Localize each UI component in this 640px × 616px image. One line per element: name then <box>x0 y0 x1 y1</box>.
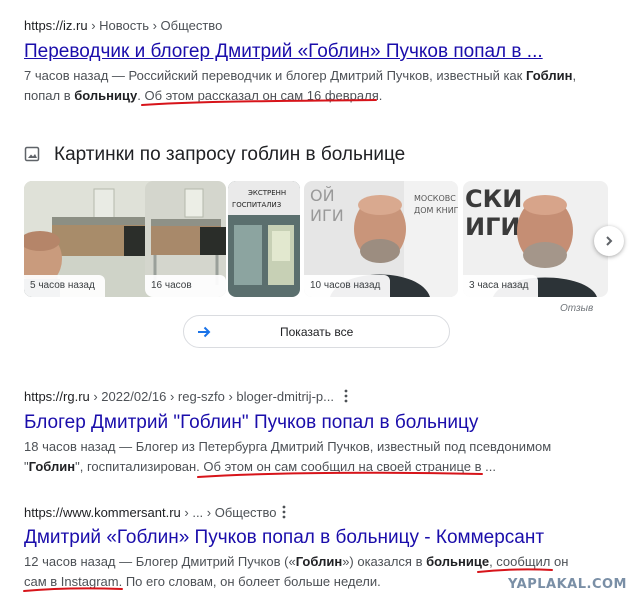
svg-text:МОСКОВС: МОСКОВС <box>414 194 456 203</box>
result-1-path: › Новость › Общество <box>87 18 223 33</box>
result-2-path: › 2022/02/16 › reg-szfo › bloger-dmitrij… <box>89 389 334 404</box>
result-3-text: ») оказался в <box>342 554 427 569</box>
thumb-time: 16 часов назад <box>145 275 226 297</box>
result-1-time: 7 часов назад <box>24 68 109 83</box>
feedback-link[interactable]: Отзыв <box>560 303 593 314</box>
result-3-site: https://www.kommersant.ru <box>24 505 181 520</box>
image-thumb[interactable]: 16 часов назад <box>145 181 226 297</box>
svg-text:ДОМ КНИГ: ДОМ КНИГ <box>414 206 458 215</box>
result-1-title[interactable]: Переводчик и блогер Дмитрий «Гоблин» Пуч… <box>24 41 543 63</box>
result-2-breadcrumb[interactable]: https://rg.ru › 2022/02/16 › reg-szfo › … <box>24 389 334 404</box>
result-2-text: — Блогер из Петербурга Дмитрий Пучков, и… <box>115 439 552 454</box>
result-3-path: › ... › Общество <box>180 505 277 520</box>
result-3-time: 12 часов назад <box>24 554 116 569</box>
svg-text:ЭКСТРЕНН: ЭКСТРЕНН <box>248 189 286 197</box>
result-3-text: — Блогер Дмитрий Пучков (« <box>115 554 296 569</box>
svg-text:ИГИ: ИГИ <box>465 213 520 241</box>
red-underline <box>141 99 377 106</box>
result-2-title[interactable]: Блогер Дмитрий "Гоблин" Пучков попал в б… <box>24 412 478 434</box>
svg-text:ГОСПИТАЛИЗ: ГОСПИТАЛИЗ <box>232 201 282 209</box>
thumb-time: 10 часов назад <box>304 275 391 297</box>
more-vert-icon[interactable] <box>343 389 349 403</box>
svg-text:СКИ: СКИ <box>465 185 522 213</box>
result-1-site: https://iz.ru <box>24 18 88 33</box>
result-2-site: https://rg.ru <box>24 389 90 404</box>
result-1-bold: больницу <box>74 88 138 103</box>
result-1-text: попал в <box>24 88 75 103</box>
image-thumb[interactable]: СКИ ИГИ 3 часа назад <box>463 181 608 297</box>
watermark: YAPLAKAL.COM <box>508 577 627 592</box>
thumb-time: 5 часов назад <box>24 275 105 297</box>
result-3-bold: Гоблин <box>295 554 343 569</box>
chevron-right-icon <box>606 236 613 246</box>
result-1-text: , <box>572 68 577 83</box>
hospital-sign-photo: ЭКСТРЕНН ГОСПИТАЛИЗ <box>228 181 300 297</box>
result-3-breadcrumb[interactable]: https://www.kommersant.ru › ... › Общест… <box>24 505 277 520</box>
image-icon <box>24 146 40 162</box>
more-vert-icon[interactable] <box>281 505 287 519</box>
result-1-bold: Гоблин <box>525 68 573 83</box>
image-thumb[interactable]: ЭКСТРЕНН ГОСПИТАЛИЗ <box>228 181 300 297</box>
result-1-breadcrumb[interactable]: https://iz.ru › Новость › Общество <box>24 18 222 33</box>
show-all-button[interactable]: Показать все <box>183 315 450 348</box>
show-all-label: Показать все <box>280 325 354 339</box>
thumb-time: 3 часа назад <box>463 275 539 297</box>
svg-text:ИГИ: ИГИ <box>310 206 344 225</box>
result-2-time: 18 часов назад <box>24 439 116 454</box>
svg-text:ОЙ: ОЙ <box>310 186 335 205</box>
red-underline <box>197 471 483 478</box>
result-3-title[interactable]: Дмитрий «Гоблин» Пучков попал в больницу… <box>24 527 544 549</box>
result-1-text: — Российский переводчик и блогер Дмитрий… <box>108 68 526 83</box>
result-2-bold: Гоблин <box>28 459 76 474</box>
image-thumb[interactable]: МОСКОВС ДОМ КНИГ ОЙ ИГИ 10 часов назад <box>304 181 458 297</box>
arrow-right-icon <box>198 326 211 338</box>
red-underline <box>23 587 123 592</box>
images-heading: Картинки по запросу гоблин в больнице <box>54 144 406 165</box>
carousel-next-button[interactable] <box>594 226 624 256</box>
red-underline <box>477 568 553 573</box>
